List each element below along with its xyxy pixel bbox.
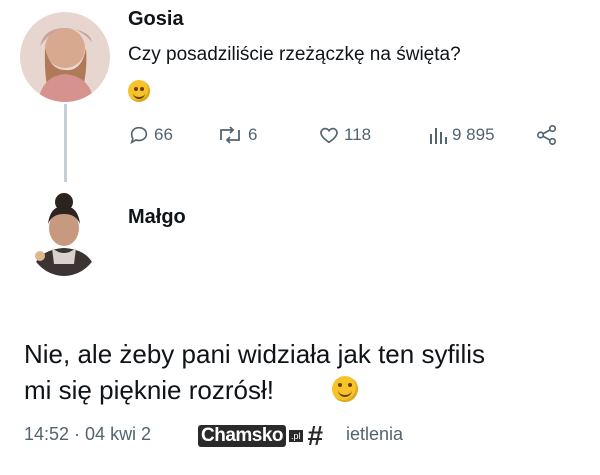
reply-text-line-2: mi się pięknie rozrósł! [24, 375, 274, 405]
repost-button[interactable]: 6 [216, 124, 257, 146]
author-name-gosia[interactable]: Gosia [128, 8, 184, 31]
hash-logo-icon: # [307, 420, 324, 451]
watermark-text: Chamsko [198, 425, 287, 447]
repost-count: 6 [248, 125, 258, 144]
avatar-malgo-image [26, 188, 102, 276]
share-button[interactable] [536, 124, 558, 146]
reply-views-label: ietlenia [346, 424, 404, 444]
grinning-emoji-icon [332, 376, 358, 402]
views-button[interactable]: 9 895 [428, 124, 495, 146]
watermark: Chamsko .pl # [198, 420, 324, 451]
avatar-malgo[interactable] [26, 188, 102, 276]
smiling-emoji-icon [128, 80, 150, 102]
reply-timestamp[interactable]: 14:52 · 04 kwi 2 [24, 424, 151, 445]
like-button[interactable]: 118 [318, 124, 371, 146]
avatar-gosia[interactable] [20, 12, 110, 102]
views-chart-icon [430, 128, 447, 144]
tweet-text: Czy posadziliście rzeżączkę na święta? [128, 44, 461, 65]
like-count: 118 [344, 125, 372, 144]
watermark-suffix: .pl [289, 430, 303, 442]
reply-icon [130, 126, 148, 145]
thread-connector-line [64, 104, 67, 182]
avatar-gosia-image [20, 12, 110, 102]
tweet-actions-bar: 66 6 118 9 895 [128, 124, 568, 150]
heart-icon [320, 127, 338, 144]
repost-icon [220, 126, 240, 144]
reply-count: 66 [154, 125, 173, 144]
reply-text-line-1: Nie, ale żeby pani widziała jak ten syfi… [24, 339, 485, 369]
reply-text: Nie, ale żeby pani widziała jak ten syfi… [24, 336, 485, 408]
author-name-malgo[interactable]: Małgo [128, 206, 186, 229]
views-count: 9 895 [452, 125, 495, 144]
share-icon [537, 125, 557, 145]
reply-button[interactable]: 66 [128, 124, 173, 146]
